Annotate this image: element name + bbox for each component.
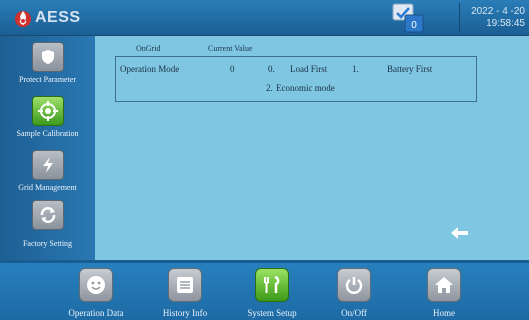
smiley-icon	[79, 268, 113, 302]
sidebar-item-label: Grid Management	[18, 183, 77, 192]
nav-on-off[interactable]: On/Off	[329, 268, 379, 318]
main-panel: OnGrid Current Value Operation Mode 0 0.…	[95, 36, 529, 260]
column-header-current-value: Current Value	[208, 44, 253, 53]
sidebar-item-label: Factory Setting	[22, 239, 73, 248]
option-label-0[interactable]: Load First	[290, 64, 327, 74]
target-icon	[31, 96, 64, 126]
lightning-icon	[31, 150, 64, 180]
nav-label: History Info	[162, 308, 208, 318]
network-badge-count: 0	[411, 20, 417, 31]
sidebar: Protect Parameter Sample Calibration Gri…	[0, 36, 95, 260]
home-icon	[427, 268, 461, 302]
power-icon	[337, 268, 371, 302]
date-text: 2022 - 4 -20	[471, 6, 525, 17]
sidebar-item-label: Protect Parameter	[18, 75, 77, 84]
tools-icon	[255, 268, 289, 302]
option-code-0: 0.	[268, 64, 275, 74]
sidebar-item-label: Sample Calibration	[16, 129, 79, 138]
sidebar-item-factory-setting[interactable]: Factory Setting	[0, 200, 95, 248]
nav-label: On/Off	[341, 308, 367, 318]
nav-system-setup[interactable]: System Setup	[237, 268, 307, 318]
flame-logo-icon	[15, 11, 31, 27]
refresh-icon	[31, 200, 64, 230]
option-code-2: 2.	[266, 83, 273, 93]
shield-icon	[31, 42, 64, 72]
sidebar-item-protect-parameter[interactable]: Protect Parameter	[0, 42, 95, 84]
column-header-ongrid: OnGrid	[136, 44, 161, 53]
network-status-icon[interactable]: 0	[392, 3, 424, 33]
bottom-nav: Operation Data History Info System Setup	[0, 260, 529, 320]
operation-mode-row[interactable]: Operation Mode 0 0. Load First 1. Batter…	[115, 56, 477, 102]
nav-label: System Setup	[247, 308, 297, 318]
nav-label: Home	[433, 308, 455, 318]
brand-logo: AESS	[14, 7, 81, 29]
back-arrow-icon[interactable]	[450, 225, 470, 241]
sidebar-item-grid-management[interactable]: Grid Management	[0, 150, 95, 192]
option-label-2[interactable]: Economic mode	[276, 83, 335, 93]
param-name: Operation Mode	[120, 64, 180, 74]
time-text: 19:58:45	[486, 18, 525, 29]
list-icon	[168, 268, 202, 302]
sidebar-item-sample-calibration[interactable]: Sample Calibration	[0, 96, 95, 138]
nav-label: Operation Data	[68, 308, 124, 318]
header-bar: AESS 0 2022 - 4 -20 19:58:45	[0, 0, 529, 36]
param-current-value: 0	[230, 64, 235, 74]
datetime-display: 2022 - 4 -20 19:58:45	[459, 3, 527, 33]
nav-operation-data[interactable]: Operation Data	[60, 268, 132, 318]
option-code-1: 1.	[352, 64, 359, 74]
nav-home[interactable]: Home	[421, 268, 467, 318]
brand-name: AESS	[35, 9, 81, 26]
nav-history-info[interactable]: History Info	[152, 268, 218, 318]
option-label-1[interactable]: Battery First	[387, 64, 432, 74]
